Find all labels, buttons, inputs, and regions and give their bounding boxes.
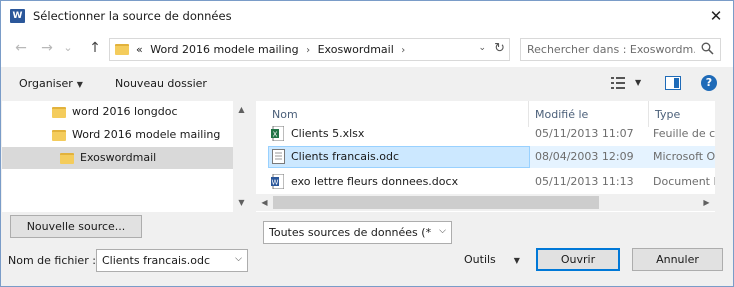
- search-icon[interactable]: [701, 42, 714, 55]
- dialog-title: Sélectionner la source de données: [33, 9, 232, 23]
- scroll-down-icon[interactable]: ▼: [233, 194, 250, 211]
- chevron-down-icon: ▼: [513, 256, 520, 265]
- scroll-right-icon[interactable]: ▶: [698, 194, 715, 211]
- file-type: Document M: [653, 175, 723, 188]
- view-options-icon[interactable]: [611, 77, 625, 89]
- cancel-button[interactable]: Annuler: [632, 248, 723, 271]
- folder-icon: [115, 44, 129, 55]
- search-input[interactable]: [527, 42, 695, 57]
- word-file-icon: W: [271, 174, 284, 189]
- breadcrumb: « Word 2016 modele mailing › Exoswordmai…: [136, 43, 409, 56]
- navigation-tree: word 2016 longdoc Word 2016 modele maili…: [2, 101, 250, 212]
- command-toolbar: Organiser ▼ Nouveau dossier ▼ ?: [1, 67, 733, 101]
- breadcrumb-item[interactable]: Exoswordmail: [318, 43, 394, 56]
- back-arrow-icon[interactable]: ←: [11, 39, 31, 57]
- address-dropdown-icon[interactable]: ⌄: [478, 43, 486, 53]
- tree-item-label: word 2016 longdoc: [72, 105, 178, 118]
- new-source-button[interactable]: Nouvelle source...: [10, 215, 142, 238]
- scroll-up-icon[interactable]: ▲: [233, 101, 250, 118]
- breadcrumb-separator-icon[interactable]: ›: [306, 45, 310, 56]
- address-bar[interactable]: « Word 2016 modele mailing › Exoswordmai…: [109, 38, 510, 61]
- file-type: Feuille de ca: [653, 127, 722, 140]
- breadcrumb-overflow[interactable]: «: [136, 43, 143, 56]
- help-icon[interactable]: ?: [701, 75, 717, 91]
- file-list-scrollbar[interactable]: [715, 101, 732, 212]
- tree-item-word-2016-modele-mailing[interactable]: Word 2016 modele mailing: [2, 124, 234, 146]
- file-type-filter-value: Toutes sources de données (*.o: [269, 226, 431, 239]
- excel-file-icon: X: [271, 126, 284, 141]
- column-header-label: Modifié le: [535, 108, 589, 121]
- svg-text:X: X: [273, 131, 278, 139]
- close-button[interactable]: ✕: [703, 3, 729, 29]
- odc-file-icon: [272, 149, 285, 164]
- file-name: Clients 5.xlsx: [291, 127, 365, 140]
- view-dropdown-icon[interactable]: ▼: [635, 78, 641, 87]
- forward-arrow-icon[interactable]: →: [37, 39, 57, 57]
- file-name-label: Nom de fichier :: [8, 254, 96, 267]
- file-row[interactable]: X Clients 5.xlsx 05/11/2013 11:07 Feuill…: [264, 123, 726, 145]
- preview-pane-icon[interactable]: [665, 76, 681, 90]
- file-type-filter-select[interactable]: Toutes sources de données (*.o ⌵: [263, 221, 452, 244]
- file-modified: 08/04/2003 12:09: [535, 150, 634, 163]
- tree-item-word-2016-longdoc[interactable]: word 2016 longdoc: [2, 101, 234, 123]
- word-app-icon: W: [10, 9, 25, 23]
- horizontal-scrollbar[interactable]: ◀ ▶: [256, 194, 715, 211]
- tree-item-label: Exoswordmail: [80, 151, 157, 164]
- file-name-field[interactable]: Clients francais.odc: [102, 254, 227, 267]
- scroll-left-icon[interactable]: ◀: [256, 194, 273, 211]
- file-modified: 05/11/2013 11:07: [535, 127, 634, 140]
- organize-label: Organiser: [19, 77, 73, 90]
- file-row-selected[interactable]: Clients francais.odc 08/04/2003 12:09 Mi…: [268, 146, 732, 168]
- tree-scrollbar[interactable]: ▲ ▼: [233, 101, 250, 212]
- folder-icon: [52, 107, 66, 118]
- dialog-window: W Sélectionner la source de données ✕ ← …: [0, 0, 734, 287]
- file-name: Clients francais.odc: [291, 150, 400, 163]
- tools-label: Outils: [464, 253, 496, 266]
- navigation-bar: ← → ⌄ ↑ « Word 2016 modele mailing › Exo…: [1, 31, 733, 67]
- tree-item-exoswordmail[interactable]: Exoswordmail: [2, 147, 234, 169]
- open-button[interactable]: Ouvrir: [536, 248, 620, 271]
- tools-menu[interactable]: Outils ▼: [464, 253, 520, 266]
- file-name-combobox[interactable]: Clients francais.odc ⌵: [96, 249, 248, 272]
- file-name: exo lettre fleurs donnees.docx: [291, 175, 459, 188]
- column-header-label: Type: [655, 108, 681, 121]
- search-box[interactable]: [520, 38, 721, 61]
- breadcrumb-item[interactable]: Word 2016 modele mailing: [150, 43, 298, 56]
- organize-menu[interactable]: Organiser ▼: [19, 77, 83, 90]
- refresh-icon[interactable]: ↻: [494, 41, 505, 56]
- file-modified: 05/11/2013 11:13: [535, 175, 634, 188]
- tree-item-label: Word 2016 modele mailing: [72, 128, 221, 141]
- scroll-thumb[interactable]: [273, 196, 599, 209]
- file-type: Microsoft O: [653, 150, 716, 163]
- chevron-down-icon[interactable]: ⌵: [235, 254, 242, 264]
- chevron-down-icon: ⌵: [439, 226, 446, 236]
- sort-ascending-icon: ^: [400, 101, 408, 108]
- column-header-label: Nom: [272, 108, 298, 121]
- folder-icon: [52, 130, 66, 141]
- title-bar: W Sélectionner la source de données ✕: [1, 1, 733, 31]
- breadcrumb-separator-icon[interactable]: ›: [401, 45, 405, 56]
- svg-text:W: W: [272, 179, 279, 187]
- recent-locations-icon[interactable]: ⌄: [61, 39, 75, 57]
- folder-icon: [60, 153, 74, 164]
- file-row[interactable]: W exo lettre fleurs donnees.docx 05/11/2…: [264, 171, 726, 193]
- chevron-down-icon: ▼: [76, 80, 83, 89]
- new-folder-button[interactable]: Nouveau dossier: [115, 77, 207, 90]
- up-arrow-icon[interactable]: ↑: [85, 39, 105, 57]
